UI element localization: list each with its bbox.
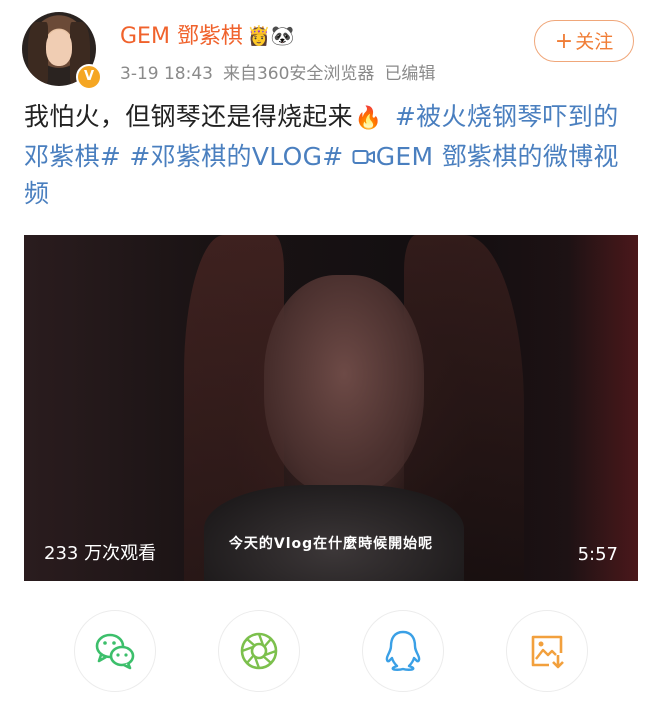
author-name[interactable]: GEM 鄧紫棋 👸🐼 — [120, 18, 294, 50]
post-source: 来自360安全浏览器 — [222, 64, 375, 84]
share-qq-button[interactable] — [362, 610, 444, 692]
qq-icon — [385, 630, 421, 671]
verified-badge-icon: V — [76, 64, 102, 90]
post-date: 3-19 18:43 — [120, 64, 213, 84]
save-image-icon — [531, 635, 564, 669]
author-emojis: 👸🐼 — [246, 25, 295, 47]
moments-icon — [240, 632, 278, 670]
follow-label: 关注 — [575, 31, 614, 53]
video-camera-icon — [352, 149, 375, 164]
video-player[interactable]: 今天的Vlog在什麼時候開始呢 233 万次观看 5:57 — [24, 235, 638, 581]
share-save-image-button[interactable] — [506, 610, 588, 692]
wechat-icon — [95, 633, 135, 670]
author-name-text[interactable]: GEM 鄧紫棋 — [120, 24, 243, 49]
post-header: V GEM 鄧紫棋 👸🐼 3-19 18:43 来自360安全浏览器 已编辑 + 关注 — [22, 12, 638, 90]
share-moments-button[interactable] — [218, 610, 300, 692]
view-count: 233 万次观看 — [44, 543, 157, 564]
edited-label[interactable]: 已编辑 — [384, 64, 435, 84]
post-text: 我怕火，但钢琴还是得烧起来🔥 #被火烧钢琴吓到的邓紫棋# #邓紫棋的VLOG# … — [24, 98, 634, 213]
post-meta: 3-19 18:43 来自360安全浏览器 已编辑 — [120, 59, 445, 84]
fire-emoji: 🔥 — [354, 106, 383, 131]
follow-button[interactable]: + 关注 — [534, 20, 634, 62]
video-duration: 5:57 — [577, 544, 618, 565]
hashtag-link[interactable]: #邓紫棋的VLOG# — [129, 142, 343, 171]
post-text-plain: 我怕火，但钢琴还是得烧起来 — [24, 102, 353, 131]
share-wechat-button[interactable] — [74, 610, 156, 692]
plus-icon: + — [554, 29, 574, 54]
